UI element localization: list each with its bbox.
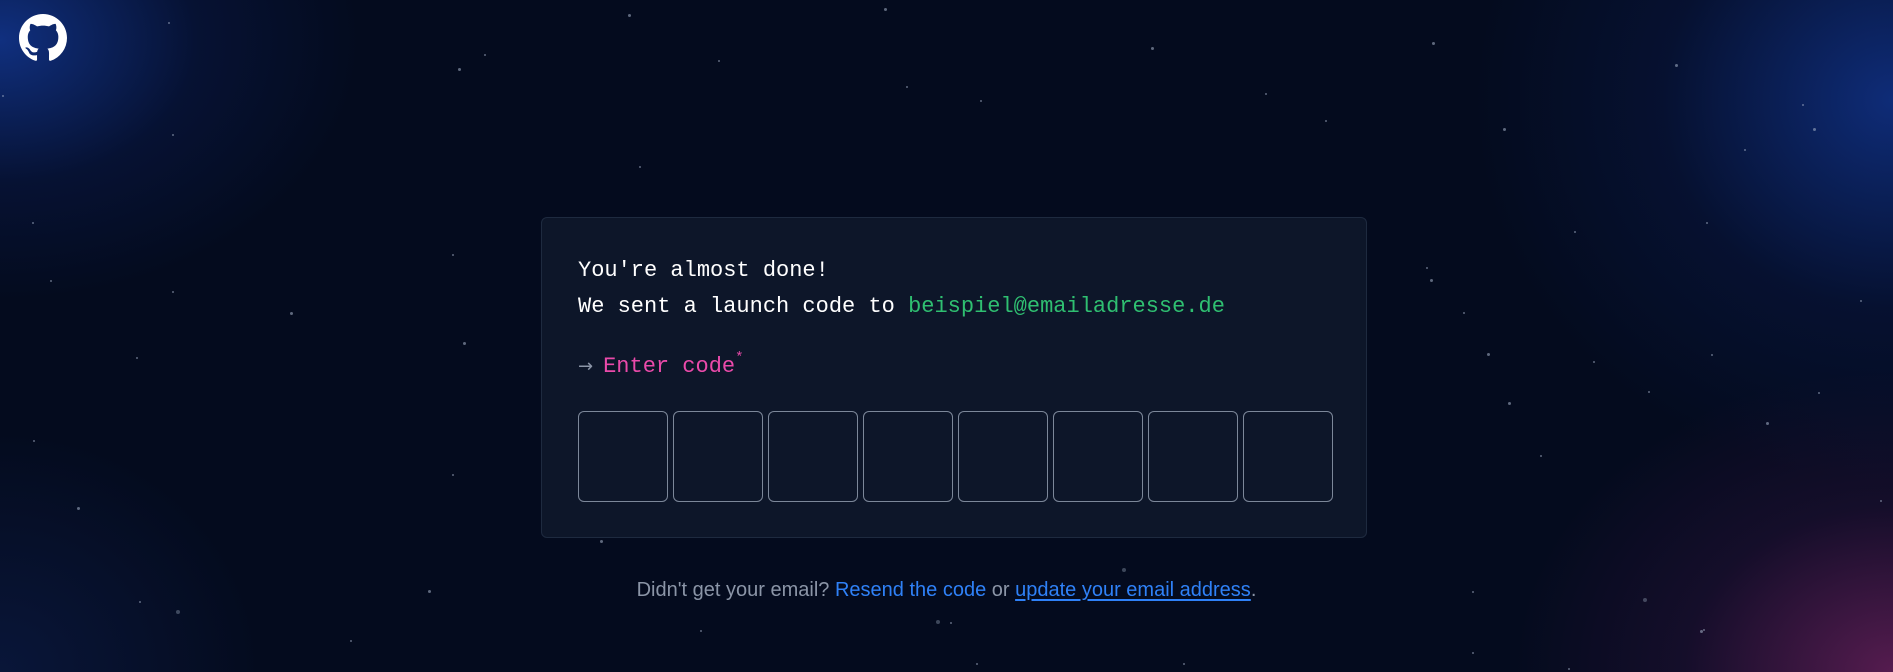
code-digit-input-1[interactable] (578, 411, 668, 502)
star-decoration (77, 507, 80, 510)
star-decoration (50, 280, 52, 282)
sent-code-message: We sent a launch code to beispiel@emaila… (578, 294, 1225, 319)
star-decoration (976, 663, 978, 665)
enter-code-label: Enter code (603, 354, 736, 379)
star-decoration (1574, 231, 1576, 233)
launch-code-input-group (578, 411, 1333, 502)
star-decoration (1151, 47, 1154, 50)
star-decoration (639, 166, 641, 168)
star-decoration (980, 100, 982, 102)
code-digit-input-5[interactable] (958, 411, 1048, 502)
star-decoration (1711, 354, 1713, 356)
star-decoration (350, 640, 352, 642)
update-email-link[interactable]: update your email address (1015, 579, 1251, 601)
github-logo-link[interactable] (19, 14, 67, 62)
or-text: or (986, 579, 1016, 601)
star-decoration (884, 8, 887, 11)
star-decoration (1813, 128, 1816, 131)
star-decoration (1503, 128, 1506, 131)
star-decoration (1508, 402, 1511, 405)
star-decoration (458, 68, 461, 71)
almost-done-heading: You're almost done! (578, 258, 829, 283)
star-decoration (33, 440, 35, 442)
code-digit-input-6[interactable] (1053, 411, 1143, 502)
code-digit-input-3[interactable] (768, 411, 858, 502)
star-decoration (1766, 422, 1769, 425)
star-decoration (1802, 104, 1804, 106)
verification-card: You're almost done! We sent a launch cod… (541, 217, 1367, 538)
star-decoration (1568, 668, 1570, 670)
star-decoration (32, 222, 34, 224)
star-decoration (1860, 300, 1862, 302)
star-decoration (172, 291, 174, 293)
github-octocat-icon (19, 14, 67, 61)
code-digit-input-2[interactable] (673, 411, 763, 502)
code-digit-input-8[interactable] (1243, 411, 1333, 502)
star-decoration (1648, 391, 1650, 393)
star-decoration (1325, 120, 1327, 122)
star-decoration (1675, 64, 1678, 67)
page-background: You're almost done! We sent a launch cod… (0, 0, 1893, 672)
star-decoration (906, 86, 908, 88)
star-decoration (1183, 663, 1185, 665)
star-decoration (1463, 312, 1465, 314)
star-decoration (950, 622, 952, 624)
star-decoration (718, 60, 720, 62)
star-decoration (628, 14, 631, 17)
star-decoration (1472, 652, 1474, 654)
star-decoration (1426, 267, 1428, 269)
period-text: . (1250, 579, 1257, 601)
sent-code-text: We sent a launch code to (578, 294, 909, 319)
star-decoration (1703, 629, 1705, 631)
resend-footer: Didn't get your email? Resend the code o… (0, 579, 1893, 602)
star-decoration (452, 254, 454, 256)
star-decoration (1593, 361, 1595, 363)
code-digit-input-4[interactable] (863, 411, 953, 502)
star-decoration (168, 22, 170, 24)
star-decoration (1706, 222, 1708, 224)
star-decoration (1430, 279, 1433, 282)
star-decoration (1880, 500, 1882, 502)
star-decoration (1744, 149, 1746, 151)
star-decoration (1432, 42, 1435, 45)
star-decoration (1818, 392, 1820, 394)
star-decoration (1540, 455, 1542, 457)
star-decoration (290, 312, 293, 315)
code-digit-input-7[interactable] (1148, 411, 1238, 502)
required-marker: * (735, 350, 744, 366)
email-address: beispiel@emailadresse.de (908, 294, 1225, 319)
star-decoration (936, 620, 940, 624)
star-decoration (2, 95, 4, 97)
star-decoration (172, 134, 174, 136)
resend-code-link[interactable]: Resend the code (835, 579, 986, 601)
star-decoration (463, 342, 466, 345)
star-decoration (452, 474, 454, 476)
star-decoration (1265, 93, 1267, 95)
star-decoration (136, 357, 138, 359)
didnt-get-email-text: Didn't get your email? (636, 579, 835, 601)
star-decoration (1122, 568, 1126, 572)
star-decoration (700, 630, 702, 632)
arrow-right-icon: → (578, 356, 594, 377)
star-decoration (176, 610, 180, 614)
enter-code-prompt: → Enter code* (578, 350, 744, 379)
star-decoration (600, 540, 603, 543)
star-decoration (1487, 353, 1490, 356)
star-decoration (484, 54, 486, 56)
